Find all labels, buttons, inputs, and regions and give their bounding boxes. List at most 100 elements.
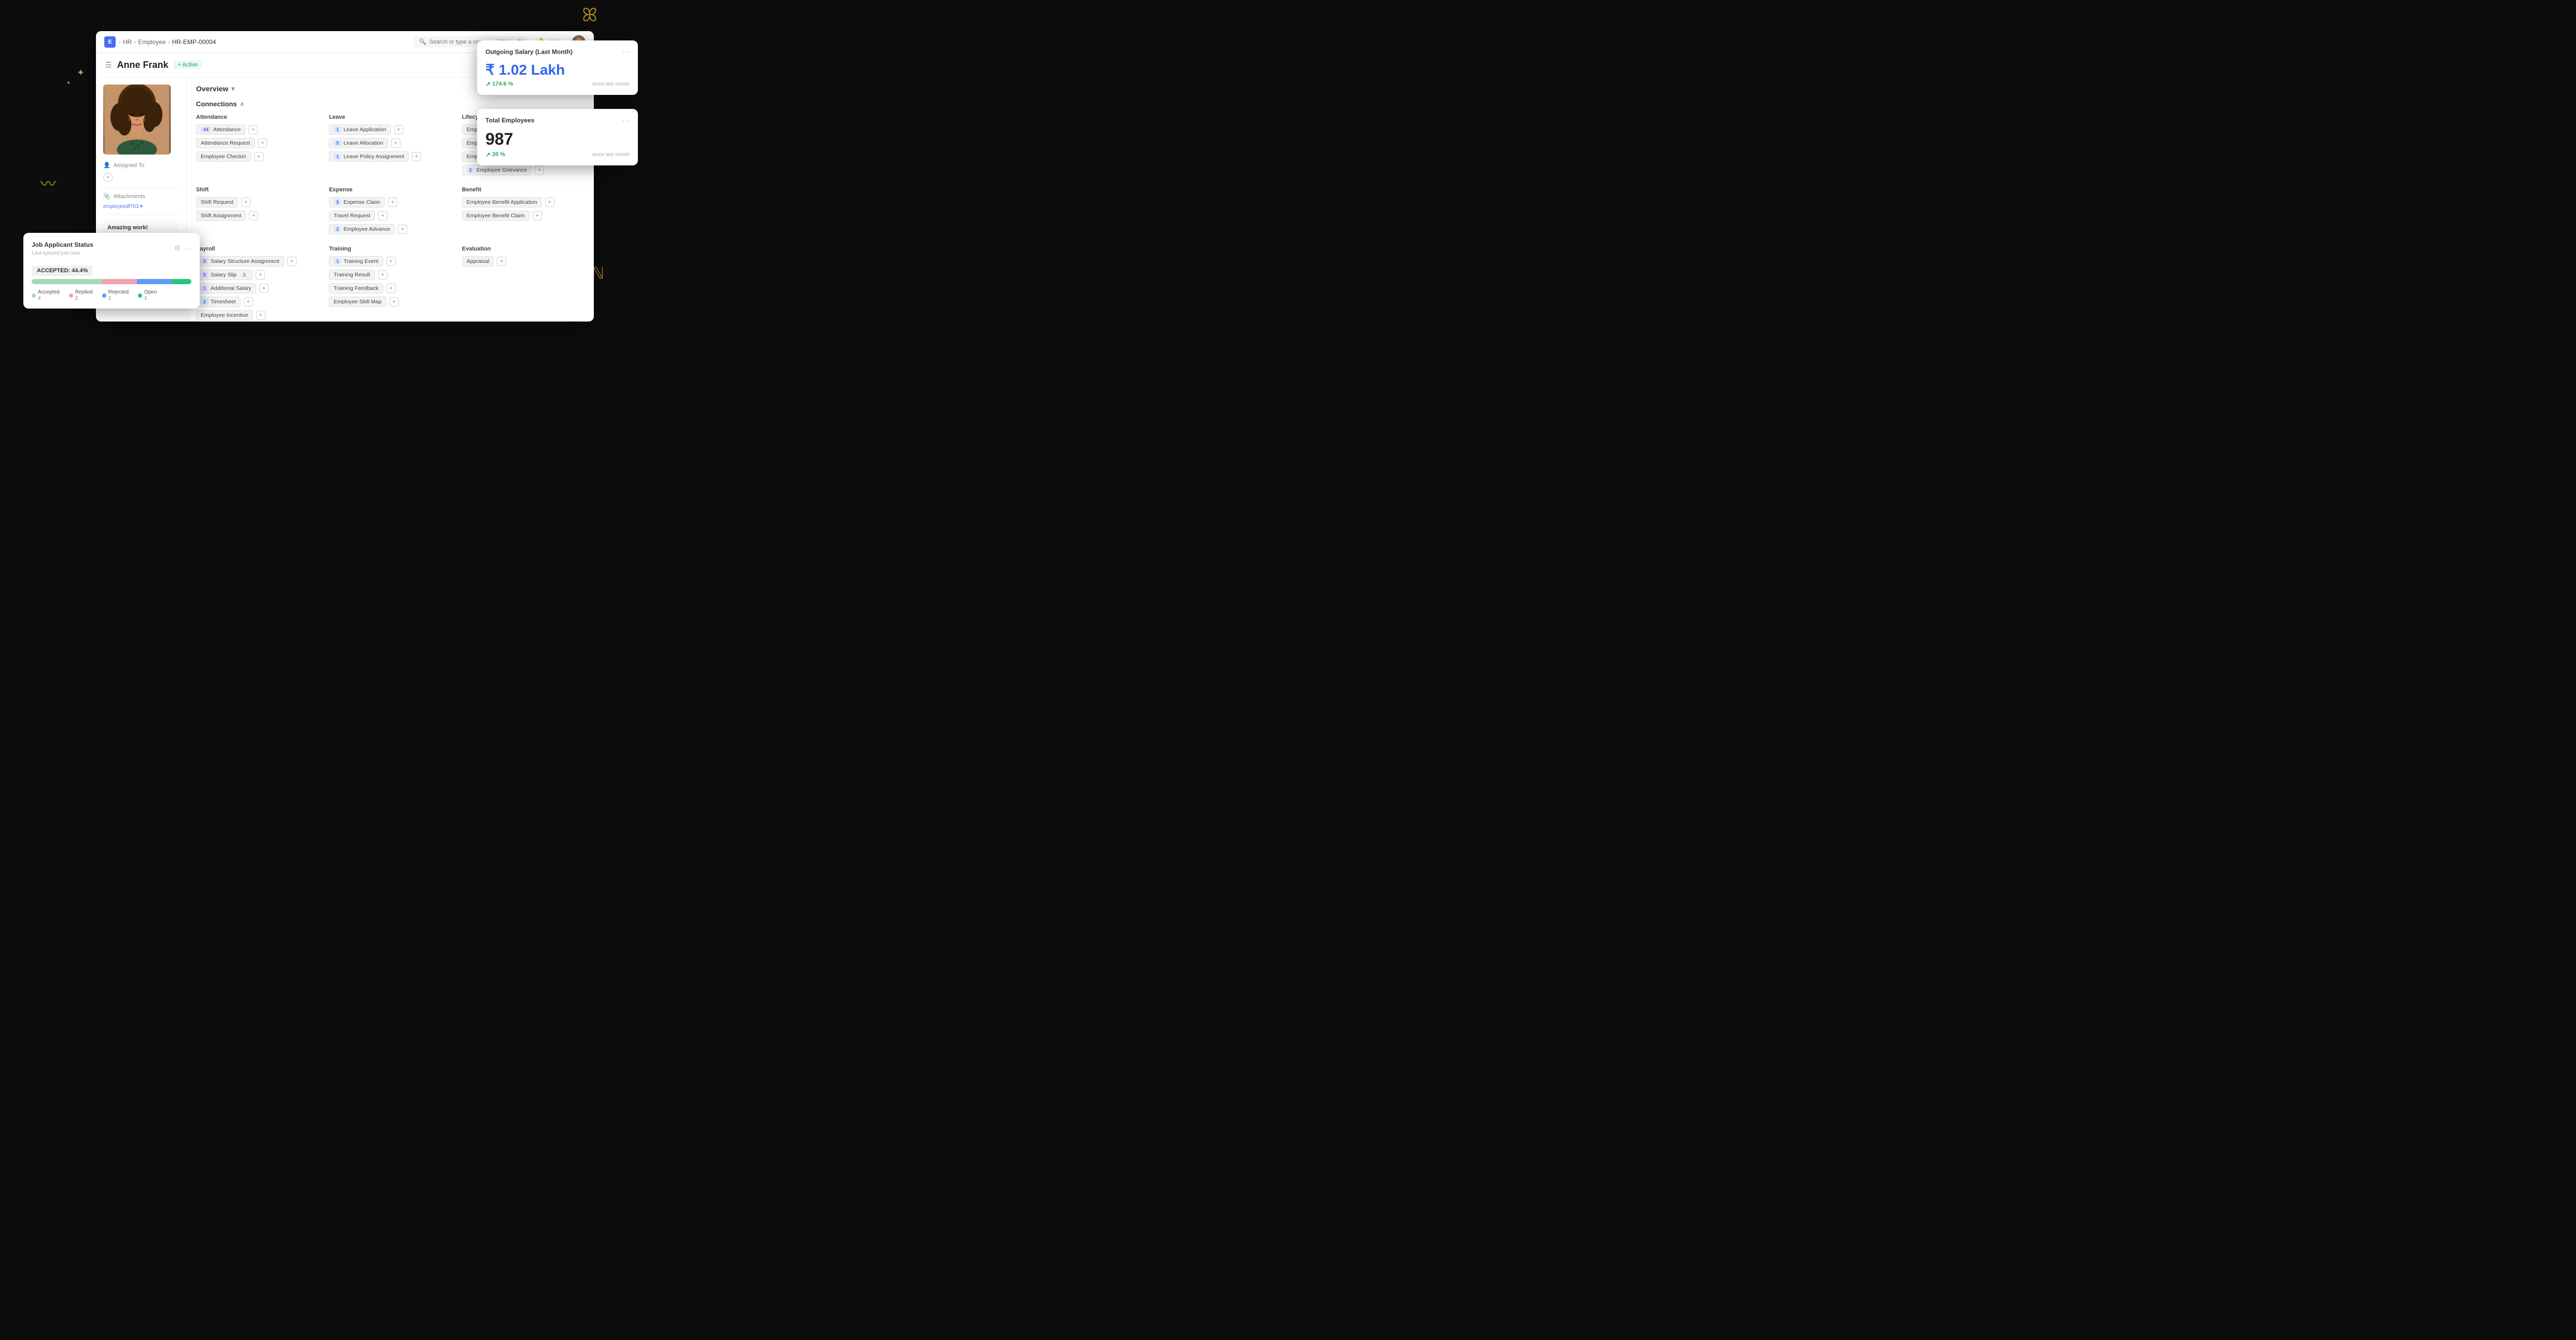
progress-segment: [172, 279, 191, 284]
up-arrow-icon: ↗: [485, 80, 491, 88]
salary-widget-more[interactable]: ···: [622, 48, 630, 56]
employee-incentive-add[interactable]: +: [256, 311, 266, 320]
employee-incentive-tag[interactable]: Employee Incentive: [196, 310, 253, 320]
conn-employee-checkin: Employee Checkin +: [196, 151, 318, 162]
legend-count: 2: [75, 296, 93, 301]
applicant-widget-more[interactable]: ···: [184, 244, 191, 253]
section-evaluation-title: Evaluation: [462, 246, 584, 252]
training-event-add[interactable]: +: [386, 257, 396, 266]
training-feedback-add[interactable]: +: [386, 284, 396, 293]
overview-chevron-icon: ▾: [231, 85, 234, 92]
training-result-tag[interactable]: Training Result: [329, 270, 374, 280]
leave-policy-add[interactable]: +: [412, 152, 421, 161]
additional-salary-tag[interactable]: 1 Additional Salary: [196, 283, 256, 294]
salary-growth-label: since last month: [592, 81, 630, 87]
conn-travel-request: Travel Request +: [329, 211, 451, 221]
section-payroll: Payroll 5 Salary Structure Assignment + …: [196, 246, 318, 322]
benefit-claim-add[interactable]: +: [533, 211, 542, 220]
leave-allocation-tag[interactable]: 5 Leave Allocation: [329, 138, 388, 148]
additional-salary-add[interactable]: +: [259, 284, 269, 293]
employee-grievance-add[interactable]: +: [535, 165, 544, 175]
expense-claim-add[interactable]: +: [388, 198, 397, 207]
attachments-field: 📎 Attachments: [103, 193, 179, 200]
shift-request-tag[interactable]: Shift Request: [196, 197, 238, 207]
employee-count: 987: [485, 130, 630, 149]
legend-row: Accepted 4 Replied 2 Rejected 2 Open 1: [32, 289, 191, 301]
timesheet-add[interactable]: +: [244, 297, 253, 306]
employee-advance-add[interactable]: +: [398, 225, 407, 234]
section-benefit: Benefit Employee Benefit Application + E…: [462, 187, 584, 238]
leave-allocation-add[interactable]: +: [391, 138, 400, 148]
salary-structure-add[interactable]: +: [287, 257, 297, 266]
comment-title: Amazing work!: [107, 225, 175, 231]
employee-checkin-tag[interactable]: Employee Checkin: [196, 151, 251, 162]
assigned-to-field: 👤 Assigned To: [103, 162, 179, 169]
deco-wave-icon: 〰: [40, 171, 56, 194]
conn-timesheet: 2 Timesheet +: [196, 297, 318, 307]
salary-slip-add[interactable]: +: [256, 270, 265, 280]
employees-widget-more[interactable]: ···: [622, 116, 630, 124]
training-event-tag[interactable]: 1 Training Event: [329, 256, 383, 267]
legend-item: Open 1: [138, 289, 157, 301]
breadcrumb-hr[interactable]: HR: [123, 38, 132, 46]
legend-label: Rejected: [108, 289, 129, 295]
leave-application-tag[interactable]: 1 Leave Application: [329, 124, 391, 135]
shift-request-add[interactable]: +: [241, 198, 250, 207]
accepted-label: ACCEPTED: 44.4%: [32, 266, 93, 276]
section-shift-title: Shift: [196, 187, 318, 193]
salary-slip-tag[interactable]: 5 Salary Slip 3: [196, 270, 253, 280]
benefit-application-add[interactable]: +: [545, 198, 554, 207]
attachment-file-link[interactable]: employeedf703 ▾: [103, 204, 179, 210]
leave-application-add[interactable]: +: [394, 125, 403, 134]
applicant-widget-title: Job Applicant Status: [32, 241, 93, 248]
conn-appraisal: Appraisal +: [462, 256, 584, 267]
conn-employee-incentive: Employee Incentive +: [196, 310, 318, 320]
breadcrumb-employee[interactable]: Employee: [138, 38, 165, 46]
employee-skill-map-tag[interactable]: Employee Skill Map: [329, 297, 386, 307]
overview-title: Overview: [196, 85, 228, 93]
employees-growth-badge: ↗ 20 %: [485, 151, 505, 158]
breadcrumb: › HR › Employee › HR-EMP-00004: [119, 38, 216, 46]
leave-policy-tag[interactable]: 1 Leave Policy Assignment: [329, 151, 409, 162]
add-assigned-button[interactable]: +: [103, 173, 113, 182]
section-shift: Shift Shift Request + Shift Assignment +: [196, 187, 318, 238]
attendance-request-add[interactable]: +: [258, 138, 267, 148]
expense-claim-tag[interactable]: 5 Expense Claim: [329, 197, 385, 207]
employee-skill-map-add[interactable]: +: [389, 297, 399, 306]
training-result-add[interactable]: +: [378, 270, 387, 280]
benefit-claim-tag[interactable]: Employee Benefit Claim: [462, 211, 530, 221]
employee-name: Anne Frank: [117, 60, 169, 71]
progress-segment: [102, 279, 137, 284]
legend-item: Accepted 4: [32, 289, 60, 301]
shift-assignment-tag[interactable]: Shift Assignment: [196, 211, 246, 221]
breadcrumb-id: HR-EMP-00004: [172, 38, 216, 46]
employee-checkin-add[interactable]: +: [254, 152, 263, 161]
attendance-add[interactable]: +: [248, 125, 258, 134]
training-feedback-tag[interactable]: Training Feedback: [329, 283, 383, 294]
travel-request-tag[interactable]: Travel Request: [329, 211, 375, 221]
appraisal-tag[interactable]: Appraisal: [462, 256, 494, 267]
legend-item: Replied 2: [69, 289, 93, 301]
appraisal-add[interactable]: +: [497, 257, 506, 266]
employee-photo: [103, 85, 171, 155]
salary-structure-tag[interactable]: 5 Salary Structure Assignment: [196, 256, 284, 267]
connections-header[interactable]: Connections ∧: [196, 100, 584, 108]
app-icon[interactable]: E: [104, 36, 116, 48]
applicant-widget-subtitle: Last synced just now: [32, 250, 93, 256]
conn-shift-request: Shift Request +: [196, 197, 318, 207]
menu-icon[interactable]: ☰: [105, 61, 112, 69]
timesheet-tag[interactable]: 2 Timesheet: [196, 297, 241, 307]
benefit-application-tag[interactable]: Employee Benefit Application: [462, 197, 542, 207]
filter-icon[interactable]: ⊟: [175, 244, 180, 253]
employee-grievance-tag[interactable]: 2 Employee Grievance: [462, 165, 532, 175]
employee-advance-tag[interactable]: 2 Employee Advance: [329, 224, 395, 234]
section-expense-title: Expense: [329, 187, 451, 193]
applicant-widget: Job Applicant Status Last synced just no…: [23, 233, 200, 309]
shift-assignment-add[interactable]: +: [249, 211, 258, 220]
attendance-tag[interactable]: 44 Attendance: [196, 124, 245, 135]
section-attendance-title: Attendance: [196, 114, 318, 120]
travel-request-add[interactable]: +: [378, 211, 387, 220]
attendance-request-tag[interactable]: Attendance Request: [196, 138, 255, 148]
conn-benefit-claim: Employee Benefit Claim +: [462, 211, 584, 221]
legend-dot-icon: [32, 294, 36, 298]
